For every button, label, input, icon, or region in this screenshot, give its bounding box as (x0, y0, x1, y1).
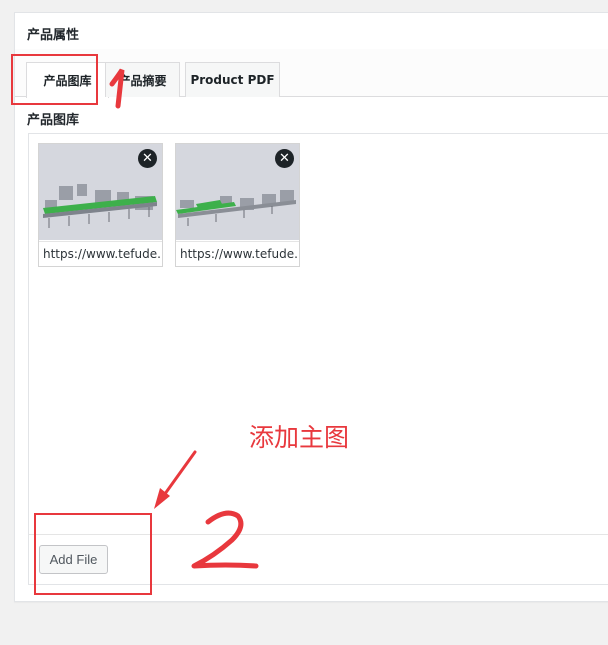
panel-title: 产品属性 (27, 28, 80, 43)
product-attributes-panel: 产品属性 产品图库 产品摘要 Product PDF 产品图库 ✕ https:… (14, 12, 608, 602)
file-url: https://www.tefude. (176, 241, 299, 266)
section-label: 产品图库 (27, 113, 80, 128)
close-icon: ✕ (142, 151, 153, 166)
close-icon: ✕ (279, 151, 290, 166)
tab-product-summary[interactable]: 产品摘要 (105, 62, 180, 97)
remove-file-button[interactable]: ✕ (138, 149, 157, 168)
tab-product-pdf[interactable]: Product PDF (185, 62, 280, 97)
add-file-button[interactable]: Add File (39, 545, 108, 574)
divider (29, 534, 608, 535)
file-card[interactable]: ✕ https://www.tefude. (38, 143, 163, 267)
file-card[interactable]: ✕ https://www.tefude. (175, 143, 300, 267)
file-gallery: ✕ https://www.tefude. ✕ https://www.tefu… (28, 133, 608, 585)
remove-file-button[interactable]: ✕ (275, 149, 294, 168)
tabs-bar: 产品图库 产品摘要 Product PDF (15, 49, 608, 98)
tab-product-gallery[interactable]: 产品图库 (26, 62, 109, 98)
file-url: https://www.tefude. (39, 241, 162, 266)
